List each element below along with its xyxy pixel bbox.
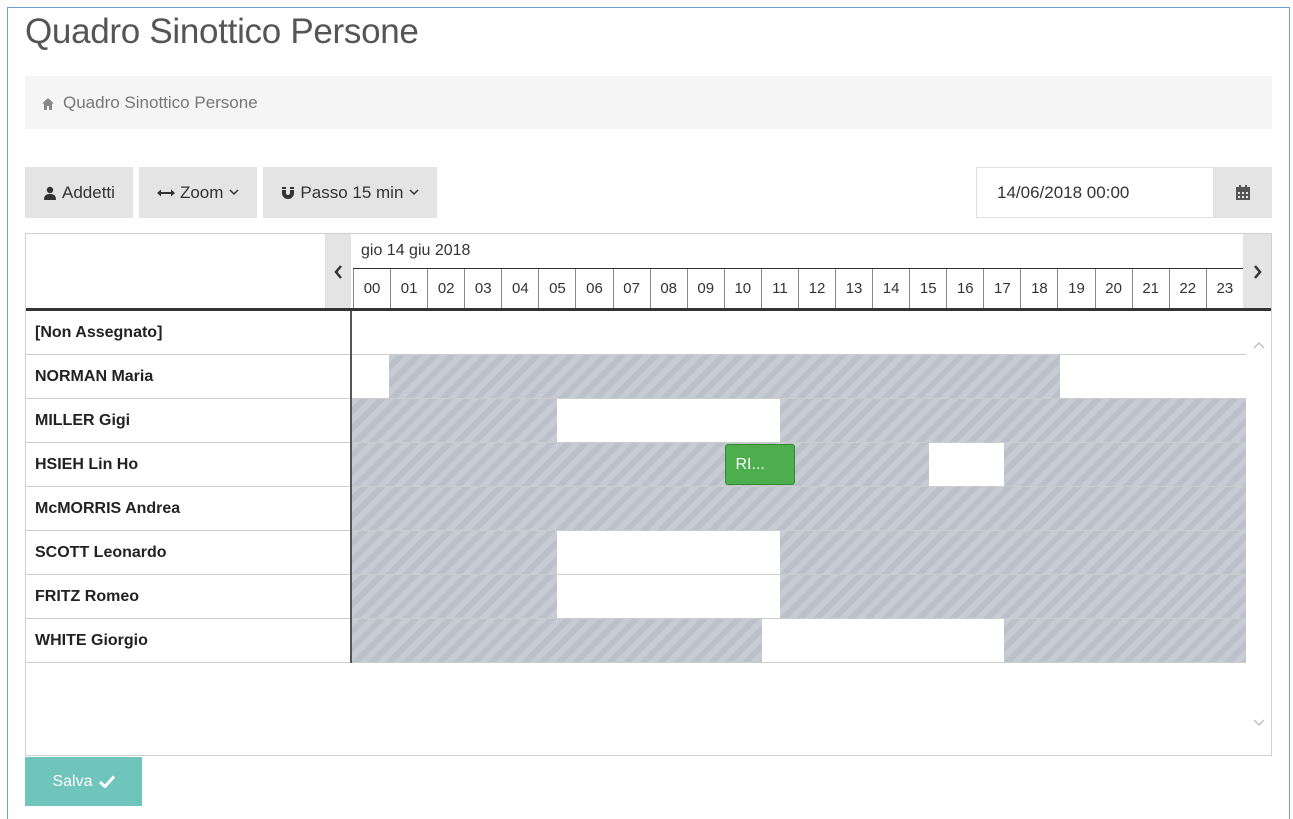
unavailable-slot bbox=[780, 575, 1246, 618]
resource-name[interactable]: NORMAN Maria bbox=[26, 355, 352, 399]
toolbar: Addetti Zoom Passo 15 min bbox=[25, 167, 438, 218]
save-label: Salva bbox=[52, 772, 93, 790]
resource-track[interactable] bbox=[352, 355, 1246, 398]
resource-row: SCOTT Leonardo bbox=[26, 531, 1246, 575]
hour-cell: 13 bbox=[835, 269, 872, 308]
hour-cell: 03 bbox=[464, 269, 501, 308]
resource-name[interactable]: WHITE Giorgio bbox=[26, 619, 352, 663]
unavailable-slot bbox=[352, 531, 557, 574]
resource-name[interactable]: MILLER Gigi bbox=[26, 399, 352, 443]
scheduler-grid: gio 14 giu 2018 00 01 02 03 04 05 06 07 08 09 10 11… bbox=[25, 233, 1272, 756]
breadcrumb-item[interactable]: Quadro Sinottico Persone bbox=[63, 93, 258, 113]
unavailable-slot bbox=[1003, 619, 1246, 662]
hour-cell: 11 bbox=[760, 269, 798, 308]
unavailable-slot bbox=[352, 619, 762, 662]
hour-cell: 04 bbox=[501, 269, 538, 308]
addetti-button[interactable]: Addetti bbox=[25, 167, 133, 218]
user-icon bbox=[44, 186, 56, 200]
resource-track[interactable] bbox=[352, 311, 1246, 354]
addetti-label: Addetti bbox=[62, 182, 115, 202]
unavailable-slot bbox=[352, 443, 930, 486]
resource-track[interactable]: RI... bbox=[352, 443, 1246, 486]
chevron-down-icon[interactable] bbox=[1253, 719, 1265, 727]
resource-row: McMORRIS Andrea bbox=[26, 487, 1246, 531]
home-icon[interactable] bbox=[41, 96, 55, 110]
hour-cell: 19 bbox=[1057, 269, 1094, 308]
magnet-icon bbox=[282, 186, 295, 199]
date-input[interactable] bbox=[976, 167, 1214, 218]
unavailable-slot bbox=[780, 399, 1246, 442]
prev-button[interactable] bbox=[326, 234, 351, 310]
chevron-left-icon bbox=[334, 265, 342, 279]
passo-label: Passo 15 min bbox=[300, 182, 404, 202]
unavailable-slot bbox=[780, 531, 1246, 574]
resource-row: HSIEH Lin Ho RI... bbox=[26, 443, 1246, 487]
hour-cell: 21 bbox=[1131, 269, 1169, 308]
date-picker bbox=[976, 167, 1272, 218]
resource-name[interactable]: SCOTT Leonardo bbox=[26, 531, 352, 575]
hour-cell: 17 bbox=[983, 269, 1020, 308]
chevron-up-icon[interactable] bbox=[1253, 341, 1265, 349]
hour-cell: 23 bbox=[1205, 269, 1243, 308]
unavailable-slot bbox=[352, 487, 1246, 530]
chevron-down-icon bbox=[409, 189, 419, 196]
resource-name[interactable]: [Non Assegnato] bbox=[26, 311, 352, 355]
hour-cell: 14 bbox=[872, 269, 909, 308]
resource-row: FRITZ Romeo bbox=[26, 575, 1246, 619]
calendar-icon bbox=[1236, 184, 1250, 200]
hour-header: 00 01 02 03 04 05 06 07 08 09 10 11 12 13 14 15 16 17 18 19… bbox=[353, 269, 1243, 308]
resource-name[interactable]: FRITZ Romeo bbox=[26, 575, 352, 619]
resource-name[interactable]: HSIEH Lin Ho bbox=[26, 443, 352, 487]
resource-track[interactable] bbox=[352, 531, 1246, 574]
hour-cell: 02 bbox=[427, 269, 464, 308]
resource-track[interactable] bbox=[352, 575, 1246, 618]
resource-row: [Non Assegnato] bbox=[26, 311, 1246, 355]
grid-corner bbox=[26, 234, 326, 310]
resource-track[interactable] bbox=[352, 399, 1246, 442]
unavailable-slot bbox=[1003, 443, 1246, 486]
calendar-button[interactable] bbox=[1214, 167, 1272, 218]
resource-row: NORMAN Maria bbox=[26, 355, 1246, 399]
hour-cell: 09 bbox=[686, 269, 724, 308]
check-icon bbox=[98, 775, 115, 788]
hour-cell: 01 bbox=[390, 269, 427, 308]
resource-row: MILLER Gigi bbox=[26, 399, 1246, 443]
unavailable-slot bbox=[352, 575, 557, 618]
zoom-label: Zoom bbox=[179, 182, 224, 202]
breadcrumb: Quadro Sinottico Persone bbox=[25, 76, 1272, 129]
hour-cell: 15 bbox=[909, 269, 946, 308]
passo-button[interactable]: Passo 15 min bbox=[263, 167, 438, 218]
page-title: Quadro Sinottico Persone bbox=[25, 12, 419, 51]
next-button[interactable] bbox=[1243, 234, 1271, 310]
hour-cell: 05 bbox=[538, 269, 575, 308]
unavailable-slot bbox=[352, 399, 557, 442]
resource-rows: [Non Assegnato] NORMAN Maria MILLER Gigi HS… bbox=[26, 311, 1246, 663]
hour-cell: 08 bbox=[649, 269, 687, 308]
chevron-right-icon bbox=[1254, 265, 1262, 279]
hour-cell: 20 bbox=[1094, 269, 1132, 308]
unavailable-slot bbox=[389, 355, 1060, 398]
hour-cell: 22 bbox=[1168, 269, 1206, 308]
resource-track[interactable] bbox=[352, 487, 1246, 530]
chevron-down-icon bbox=[229, 189, 239, 196]
save-button[interactable]: Salva bbox=[25, 757, 142, 806]
hour-cell: 07 bbox=[612, 269, 650, 308]
hour-cell: 06 bbox=[575, 269, 612, 308]
zoom-button[interactable]: Zoom bbox=[138, 167, 258, 218]
hour-cell: 18 bbox=[1020, 269, 1057, 308]
resource-row: WHITE Giorgio bbox=[26, 619, 1246, 663]
resource-track[interactable] bbox=[352, 619, 1246, 662]
hour-cell: 16 bbox=[946, 269, 983, 308]
resource-name[interactable]: McMORRIS Andrea bbox=[26, 487, 352, 531]
arrows-horizontal-icon bbox=[156, 189, 175, 196]
hour-cell: 12 bbox=[797, 269, 835, 308]
hour-cell: 00 bbox=[353, 269, 390, 308]
hour-cell: 10 bbox=[723, 269, 761, 308]
timeline-date: gio 14 giu 2018 bbox=[361, 242, 471, 259]
vertical-scrollbar[interactable] bbox=[1246, 311, 1271, 755]
event-block[interactable]: RI... bbox=[724, 444, 796, 485]
